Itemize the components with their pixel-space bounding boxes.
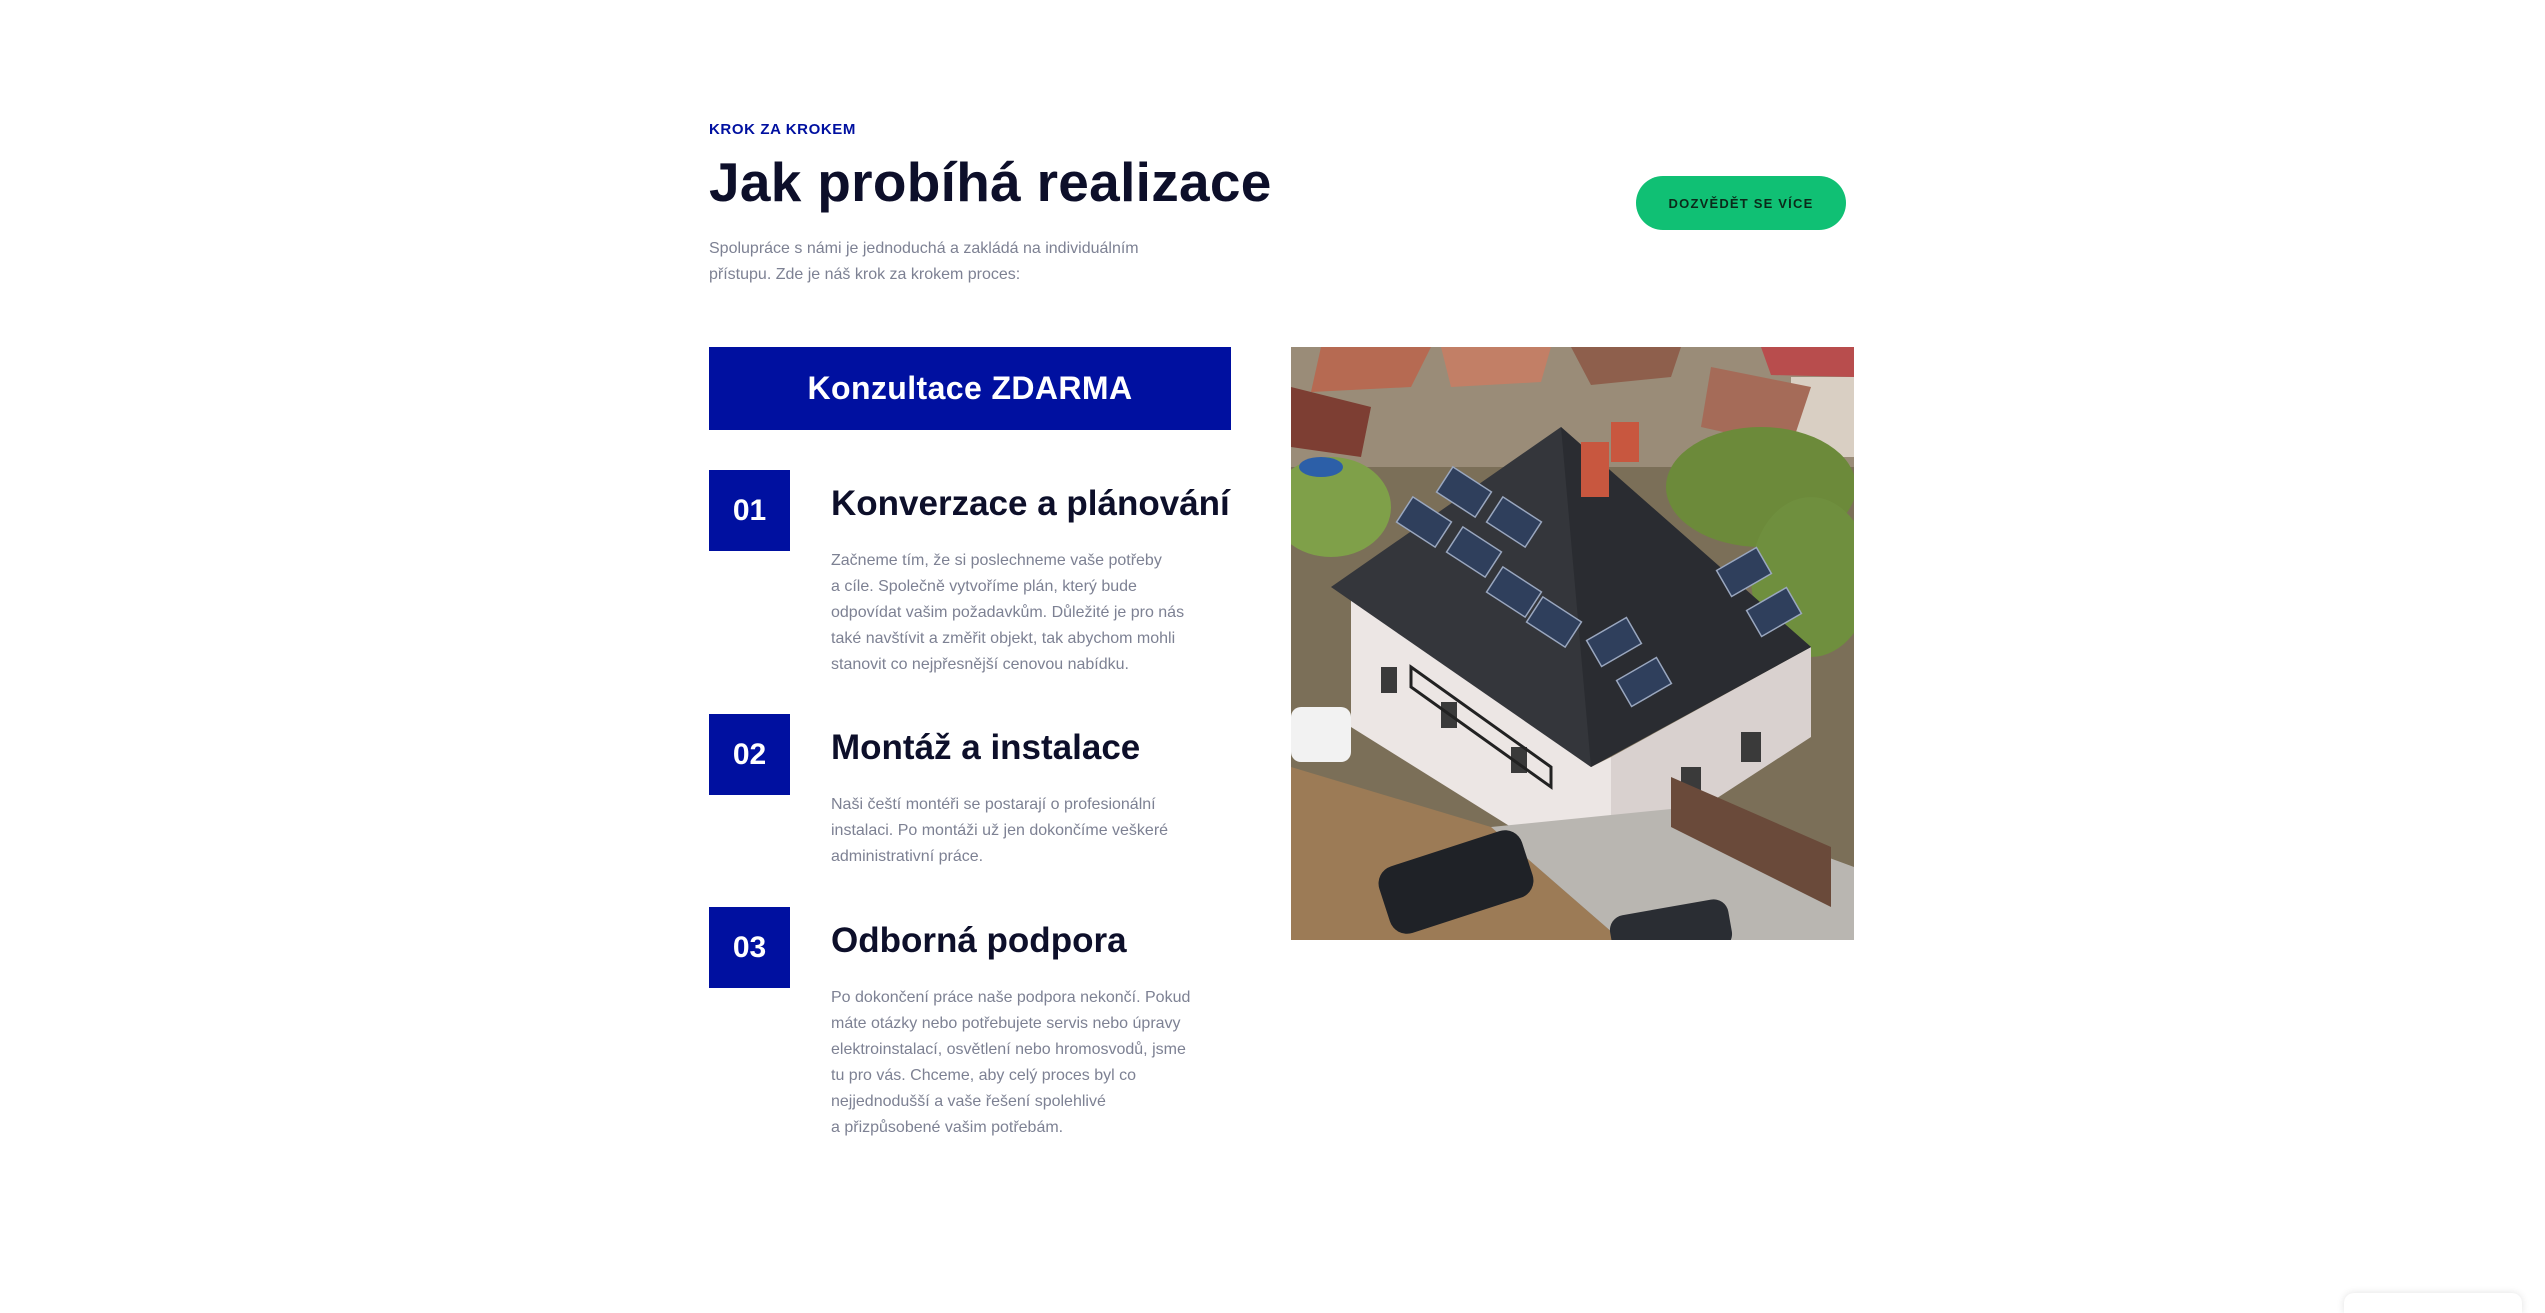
- intro-line: přístupu. Zde je náš krok za krokem proc…: [709, 266, 1021, 283]
- intro-line: Spolupráce s námi je jednoduchá a zaklád…: [709, 240, 1139, 257]
- step-text-line: Naši čeští montéři se postarají o profes…: [831, 796, 1156, 813]
- section-title: Jak probíhá realizace: [709, 151, 1272, 213]
- step-text-line: elektroinstalací, osvětlení nebo hromosv…: [831, 1041, 1186, 1058]
- step-description: Naši čeští montéři se postarají o profes…: [831, 792, 1241, 870]
- step-title: Odborná podpora: [831, 921, 1127, 960]
- chat-widget-tab[interactable]: [2344, 1293, 2522, 1313]
- step-number: 02: [709, 714, 790, 795]
- house-illustration: [1291, 347, 1854, 940]
- step-text-line: stanovit co nejpřesnější cenovou nabídku…: [831, 656, 1129, 673]
- house-solar-photo: [1291, 347, 1854, 940]
- learn-more-button[interactable]: DOZVĚDĚT SE VÍCE: [1636, 176, 1846, 230]
- step-title: Montáž a instalace: [831, 728, 1141, 767]
- step-text-line: a přizpůsobené vašim potřebám.: [831, 1119, 1064, 1136]
- step-title: Konverzace a plánování: [831, 484, 1230, 523]
- step-text-line: instalaci. Po montáži už jen dokončíme v…: [831, 822, 1169, 839]
- section-eyebrow: KROK ZA KROKEM: [709, 121, 857, 138]
- section-intro: Spolupráce s námi je jednoduchá a zaklád…: [709, 236, 1229, 288]
- step-text-line: administrativní práce.: [831, 848, 984, 865]
- step-text-line: Po dokončení práce naše podpora nekončí.…: [831, 989, 1191, 1006]
- step-text-line: máte otázky nebo potřebujete servis nebo…: [831, 1015, 1181, 1032]
- step-text-line: odpovídat vašim požadavkům. Důležité je …: [831, 604, 1185, 621]
- step-number: 01: [709, 470, 790, 551]
- step-number: 03: [709, 907, 790, 988]
- step-text-line: nejjednodušší a vaše řešení spolehlivé: [831, 1093, 1106, 1110]
- step-text-line: a cíle. Společně vytvoříme plán, který b…: [831, 578, 1137, 595]
- step-description: Začneme tím, že si poslechneme vaše potř…: [831, 548, 1241, 678]
- step-text-line: Začneme tím, že si poslechneme vaše potř…: [831, 552, 1162, 569]
- step-description: Po dokončení práce naše podpora nekončí.…: [831, 985, 1241, 1141]
- step-text-line: tu pro vás. Chceme, aby celý proces byl …: [831, 1067, 1137, 1084]
- free-consultation-banner: Konzultace ZDARMA: [709, 347, 1231, 430]
- process-section: KROK ZA KROKEM Jak probíhá realizace Spo…: [709, 0, 1854, 1305]
- step-text-line: také navštívit a změřit objekt, tak abyc…: [831, 630, 1176, 647]
